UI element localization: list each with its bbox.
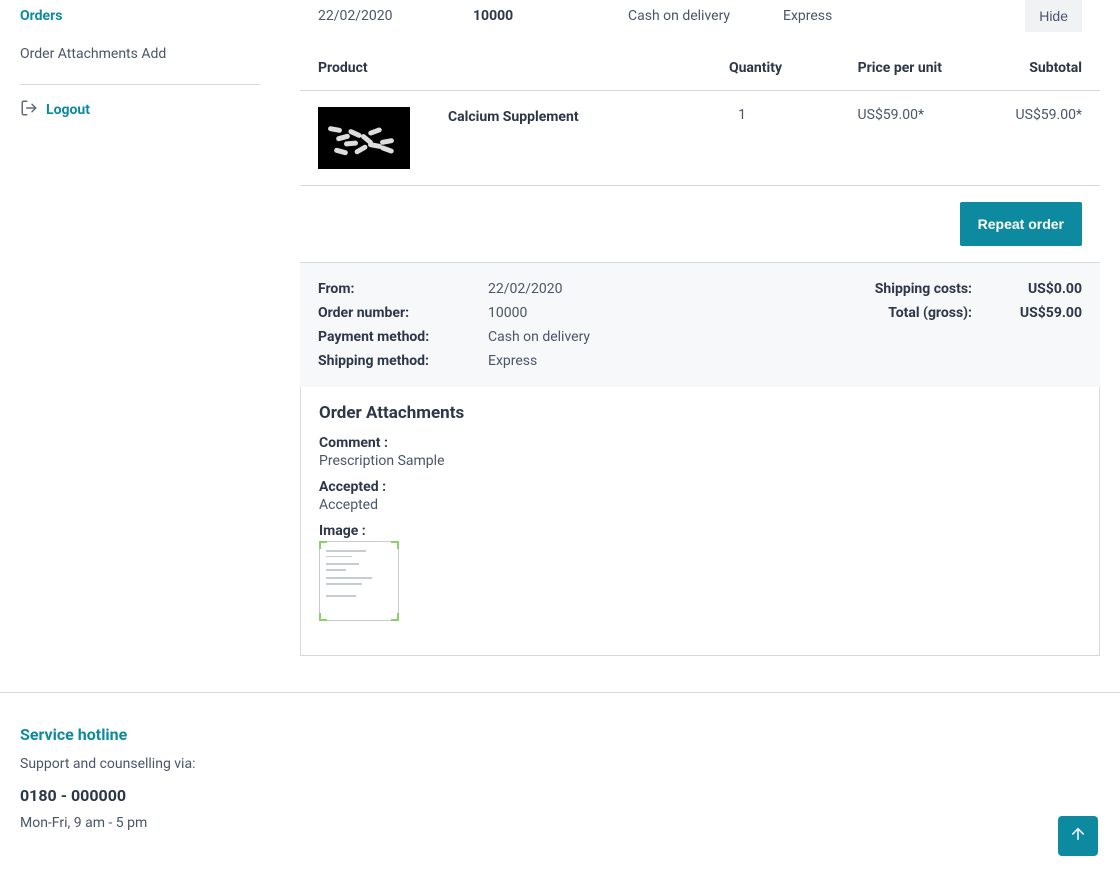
- order-number-label: Order number:: [318, 305, 488, 321]
- from-label: From:: [318, 281, 488, 297]
- attachment-accepted-label: Accepted :: [319, 479, 1081, 495]
- repeat-order-button[interactable]: Repeat order: [960, 202, 1082, 246]
- shipping-costs-value: US$0.00: [972, 281, 1082, 297]
- shipping-method-label: Shipping method:: [318, 353, 488, 369]
- payment-method-value: Cash on delivery: [488, 329, 822, 345]
- attachment-image-label: Image :: [319, 523, 1081, 539]
- order-shipping: Express: [783, 8, 1025, 24]
- shipping-costs-label: Shipping costs:: [822, 281, 972, 297]
- hide-button[interactable]: Hide: [1025, 0, 1082, 32]
- attachment-image-thumbnail[interactable]: [319, 541, 399, 621]
- total-gross-label: Total (gross):: [822, 305, 972, 321]
- arrow-up-icon: [1069, 825, 1087, 847]
- line-item-row: Calcium Supplement 1 US$59.00* US$59.00*: [300, 91, 1100, 186]
- line-subtotal: US$59.00*: [942, 107, 1082, 123]
- logout-label: Logout: [46, 102, 90, 118]
- hotline-hours: Mon-Fri, 9 am - 5 pm: [20, 815, 1100, 831]
- attachments-title: Order Attachments: [319, 403, 1081, 423]
- hotline-phone[interactable]: 0180 - 000000: [20, 786, 1100, 805]
- col-header-product: Product: [318, 60, 662, 76]
- sidebar-item-orders[interactable]: Orders: [20, 0, 260, 32]
- sidebar-item-order-attachments-add[interactable]: Order Attachments Add: [20, 32, 260, 76]
- from-value: 22/02/2020: [488, 281, 822, 297]
- line-items-header: Product Quantity Price per unit Subtotal: [300, 46, 1100, 91]
- product-thumbnail[interactable]: [318, 107, 410, 169]
- order-date: 22/02/2020: [318, 8, 473, 24]
- line-quantity: 1: [626, 107, 746, 123]
- order-details-panel: From: 22/02/2020 Order number: 10000 Pay…: [300, 263, 1100, 387]
- line-price-per-unit: US$59.00*: [764, 107, 924, 123]
- attachment-accepted-value: Accepted: [319, 497, 1081, 513]
- support-text: Support and counselling via:: [20, 756, 1100, 772]
- payment-method-label: Payment method:: [318, 329, 488, 345]
- product-name[interactable]: Calcium Supplement: [448, 107, 579, 125]
- col-header-price-per-unit: Price per unit: [782, 60, 942, 76]
- attachment-comment-label: Comment :: [319, 435, 1081, 451]
- total-gross-value: US$59.00: [972, 305, 1082, 321]
- order-payment: Cash on delivery: [628, 8, 783, 24]
- scroll-to-top-button[interactable]: [1058, 816, 1098, 856]
- logout-icon: [20, 99, 38, 121]
- service-hotline-title: Service hotline: [20, 725, 1100, 744]
- order-attachments-panel: Order Attachments Comment : Prescription…: [300, 387, 1100, 656]
- col-header-quantity: Quantity: [662, 60, 782, 76]
- order-number: 10000: [473, 8, 628, 24]
- footer: Service hotline Support and counselling …: [0, 693, 1120, 841]
- attachment-comment-value: Prescription Sample: [319, 453, 1081, 469]
- order-summary-row: 22/02/2020 10000 Cash on delivery Expres…: [300, 0, 1100, 46]
- shipping-method-value: Express: [488, 353, 822, 369]
- order-number-value: 10000: [488, 305, 822, 321]
- logout-link[interactable]: Logout: [20, 85, 260, 135]
- col-header-subtotal: Subtotal: [942, 60, 1082, 76]
